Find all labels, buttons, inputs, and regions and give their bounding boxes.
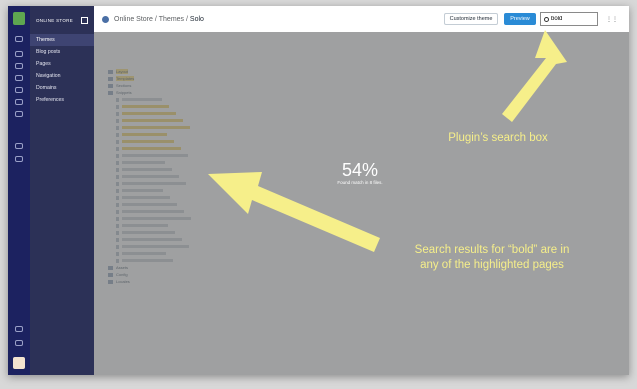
results-callout: Search results for “bold” are in any of …	[392, 243, 592, 273]
arrow-to-search-icon	[502, 30, 567, 122]
search-box-callout: Plugin’s search box	[448, 132, 548, 144]
results-callout-line: any of the highlighted pages	[420, 259, 564, 271]
results-callout-line: Search results for “bold” are in	[414, 244, 570, 256]
arrow-to-results-icon	[208, 172, 380, 252]
annotation-arrows	[208, 30, 567, 252]
